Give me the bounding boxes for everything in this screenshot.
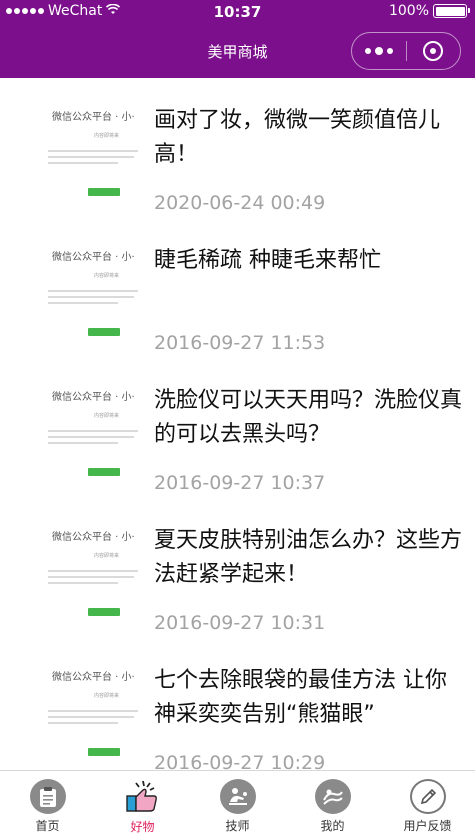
tab-bar: 首页 好物 技师 我的 用户反馈 xyxy=(0,770,475,834)
thumbnail-subtitle: 内容即将来 xyxy=(94,273,120,279)
article-title: 夏天皮肤特别油怎么办？这些方法赶紧学起来！ xyxy=(154,528,463,587)
article-item[interactable]: 微信公众平台 · 小· 内容即将来 洗脸仪可以天天用吗？洗脸仪真的可以去黑头吗？ 20… xyxy=(0,358,475,498)
article-item[interactable]: 微信公众平台 · 小· 内容即将来 七个去除眼袋的最佳方法 让你神采奕奕告别“熊猫眼… xyxy=(0,638,475,770)
battery-group: 100% xyxy=(388,3,470,19)
thumbnail-title: 微信公众平台 · 小· xyxy=(52,532,135,543)
tab-mine[interactable]: 我的 xyxy=(285,771,380,834)
thumbnail-subtitle: 内容即将来 xyxy=(94,133,120,139)
thumbnail-title: 微信公众平台 · 小· xyxy=(52,392,135,403)
article-list: 微信公众平台 · 小· 内容即将来 画对了妆，微微一笑颜值倍儿高！ 2020-06-2… xyxy=(0,78,475,770)
clipboard-icon xyxy=(29,779,66,814)
thumbs-up-icon xyxy=(123,779,163,815)
status-bar: WeChat 10:37 100% xyxy=(0,0,475,24)
article-title: 睫毛稀疏 种睫毛来帮忙 xyxy=(154,248,381,273)
tab-technician[interactable]: 技师 xyxy=(190,771,285,834)
battery-label: 100% xyxy=(388,3,429,19)
article-date: 2016-09-27 10:29 xyxy=(154,752,326,770)
article-date: 2016-09-27 11:53 xyxy=(154,332,326,354)
article-thumbnail: 微信公众平台 · 小· 内容即将来 xyxy=(28,512,144,624)
thumbnail-button xyxy=(88,188,120,196)
thumbnail-subtitle: 内容即将来 xyxy=(94,413,120,419)
thumbnail-button xyxy=(88,748,120,756)
thumbnail-title: 微信公众平台 · 小· xyxy=(52,672,135,683)
article-date: 2020-06-24 00:49 xyxy=(154,192,326,214)
tab-feedback[interactable]: 用户反馈 xyxy=(380,771,475,834)
article-item[interactable]: 微信公众平台 · 小· 内容即将来 睫毛稀疏 种睫毛来帮忙 2016-09-27 11… xyxy=(0,218,475,358)
article-date: 2016-09-27 10:31 xyxy=(154,612,326,634)
tab-label: 用户反馈 xyxy=(403,819,452,833)
more-options-button[interactable] xyxy=(352,47,406,55)
article-title: 七个去除眼袋的最佳方法 让你神采奕奕告别“熊猫眼” xyxy=(154,668,447,727)
thumbnail-button xyxy=(88,468,120,476)
article-thumbnail: 微信公众平台 · 小· 内容即将来 xyxy=(28,232,144,344)
thumbnail-button xyxy=(88,328,120,336)
tab-label: 我的 xyxy=(320,819,345,833)
profile-icon xyxy=(314,779,351,814)
nav-bar: 美甲商城 xyxy=(0,24,475,78)
thumbnail-button xyxy=(88,608,120,616)
tab-label: 技师 xyxy=(225,819,250,833)
technician-icon xyxy=(219,779,256,814)
article-thumbnail: 微信公众平台 · 小· 内容即将来 xyxy=(28,92,144,204)
mini-program-capsule xyxy=(351,32,461,70)
article-thumbnail: 微信公众平台 · 小· 内容即将来 xyxy=(28,652,144,764)
article-date: 2016-09-27 10:37 xyxy=(154,472,326,494)
tab-label: 首页 xyxy=(35,819,60,833)
pen-icon xyxy=(409,779,446,814)
thumbnail-title: 微信公众平台 · 小· xyxy=(52,252,135,263)
tab-label: 好物 xyxy=(130,820,155,834)
article-title: 洗脸仪可以天天用吗？洗脸仪真的可以去黑头吗？ xyxy=(154,388,463,447)
thumbnail-subtitle: 内容即将来 xyxy=(94,553,120,559)
battery-icon xyxy=(433,4,470,18)
article-thumbnail: 微信公众平台 · 小· 内容即将来 xyxy=(28,372,144,484)
article-title: 画对了妆，微微一笑颜值倍儿高！ xyxy=(154,108,441,167)
close-mini-program-button[interactable] xyxy=(407,41,461,61)
thumbnail-title: 微信公众平台 · 小· xyxy=(52,112,135,123)
target-icon xyxy=(423,41,444,61)
tab-home[interactable]: 首页 xyxy=(0,771,95,834)
thumbnail-subtitle: 内容即将来 xyxy=(94,693,120,699)
article-item[interactable]: 微信公众平台 · 小· 内容即将来 夏天皮肤特别油怎么办？这些方法赶紧学起来！ 201… xyxy=(0,498,475,638)
tab-goods[interactable]: 好物 xyxy=(95,771,190,834)
article-item[interactable]: 微信公众平台 · 小· 内容即将来 画对了妆，微微一笑颜值倍儿高！ 2020-06-2… xyxy=(0,78,475,218)
